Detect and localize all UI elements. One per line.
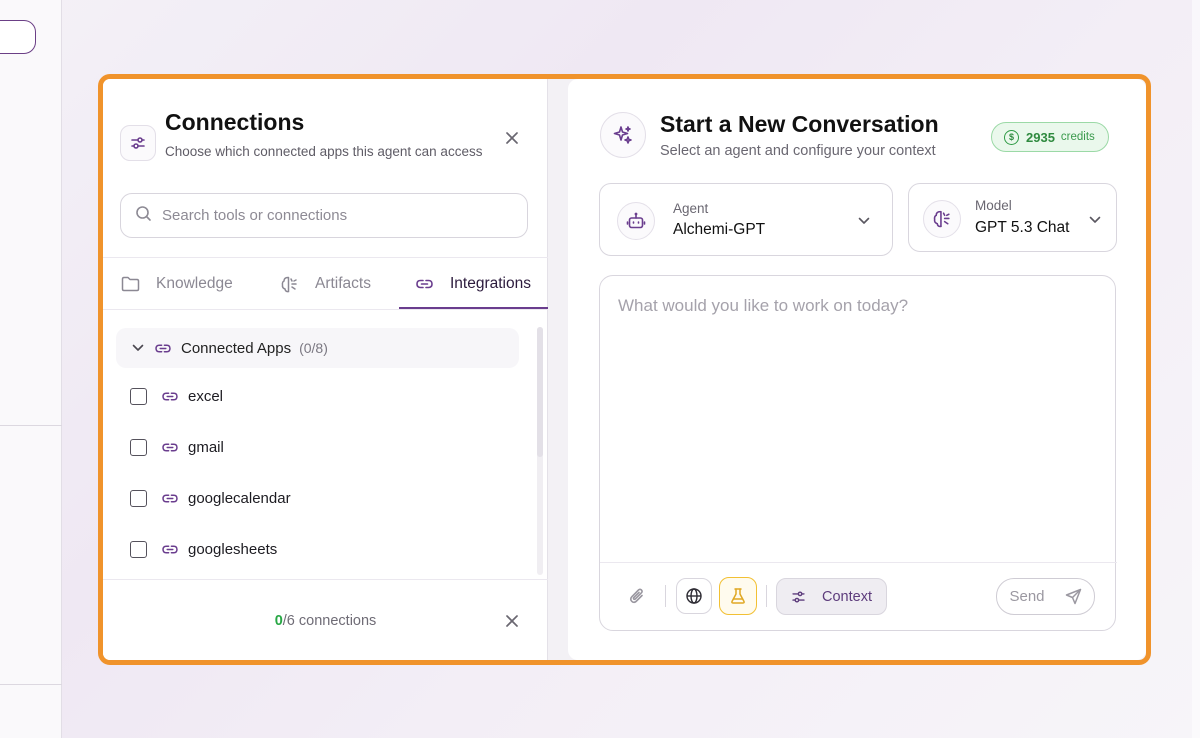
background-edge [1192,0,1200,738]
group-label: Connected Apps [181,339,292,357]
app-name: gmail [188,438,224,456]
sparkles-icon [600,112,646,158]
divider [0,684,62,685]
connections-panel: Connections Choose which connected apps … [103,79,548,660]
conversation-panel: Start a New Conversation Select an agent… [568,79,1146,660]
tab-bar: Knowledge Artifacts Integrations [103,257,548,310]
chevron-down-icon [1089,211,1101,229]
divider [0,425,62,426]
context-label: Context [822,588,872,605]
prompt-input[interactable] [618,296,1098,536]
app-checkbox[interactable] [130,438,147,456]
link-icon [415,277,442,291]
folder-icon [121,276,148,292]
tab-integrations-label: Integrations [450,275,531,292]
agent-label: Agent [673,201,709,216]
scrollbar[interactable] [537,327,543,575]
credits-badge: $ 2935 credits [991,122,1109,152]
tab-artifacts[interactable]: Artifacts [280,258,371,310]
send-icon [1055,588,1082,605]
sliders-icon [791,590,814,604]
brain-icon [280,275,307,294]
link-icon [161,543,179,556]
integrations-list: Connected Apps (0/8) excel gmail googlec… [103,311,548,579]
app-checkbox[interactable] [130,387,147,405]
tab-knowledge[interactable]: Knowledge [121,258,233,310]
dollar-coin-icon: $ [1004,129,1019,145]
list-item: googlesheets [130,534,277,564]
brain-icon [923,200,961,238]
tab-artifacts-label: Artifacts [315,275,371,292]
connected-apps-group[interactable]: Connected Apps (0/8) [116,328,519,368]
app-checkbox[interactable] [130,540,147,558]
agent-value: Alchemi-GPT [673,221,766,238]
agent-selector[interactable]: Agent Alchemi-GPT [599,183,893,256]
prompt-box: Context Send [599,275,1117,631]
credits-amount: 2935 [1026,129,1055,145]
web-search-button[interactable] [676,578,712,614]
tab-integrations[interactable]: Integrations [415,258,531,310]
list-item: googlecalendar [130,483,291,513]
robot-icon [617,202,655,240]
search-box[interactable] [120,193,528,238]
chevron-down-icon [132,344,144,352]
selected-count: 0 [274,613,283,629]
context-button[interactable]: Context [776,578,887,615]
background-sidebar [0,0,62,738]
divider [665,585,666,607]
search-input[interactable] [162,207,502,224]
model-value: GPT 5.3 Chat [975,219,1070,236]
divider [600,562,1117,563]
list-item: gmail [130,432,224,462]
connections-footer: 0/6 connections [103,579,548,660]
app-name: googlesheets [188,540,278,558]
link-icon [161,441,179,454]
connections-subtitle: Choose which connected apps this agent c… [165,144,483,159]
close-icon[interactable] [501,610,523,632]
flask-icon [729,587,747,605]
active-tab-indicator [399,307,548,309]
conversation-subtitle: Select an agent and configure your conte… [660,143,936,159]
model-selector[interactable]: Model GPT 5.3 Chat [908,183,1117,252]
tab-knowledge-label: Knowledge [156,275,233,292]
background-sidebar-button[interactable] [0,20,36,54]
model-label: Model [975,198,1012,213]
app-name: excel [188,387,224,405]
connections-count: 0/6 connections [103,613,548,629]
send-button[interactable]: Send [996,578,1095,615]
group-count: (0/8) [299,340,328,356]
divider [766,585,767,607]
conversation-title: Start a New Conversation [660,111,939,137]
link-icon [161,390,179,403]
app-checkbox[interactable] [130,489,147,507]
link-icon [154,342,172,355]
list-item: excel [130,381,223,411]
paperclip-icon[interactable] [624,578,650,614]
sliders-icon [120,125,156,161]
send-label: Send [1009,588,1045,605]
app-name: googlecalendar [188,489,291,507]
link-icon [161,492,179,505]
credits-label: credits [1060,131,1095,143]
connections-title: Connections [165,109,305,135]
experimental-button[interactable] [719,577,757,615]
close-icon[interactable] [501,127,523,149]
search-icon [135,205,152,227]
scrollbar-thumb[interactable] [537,327,543,457]
highlight-frame: Connections Choose which connected apps … [98,74,1151,665]
connections-total: /6 connections [282,613,377,629]
globe-icon [685,587,703,605]
chevron-down-icon [858,212,870,230]
